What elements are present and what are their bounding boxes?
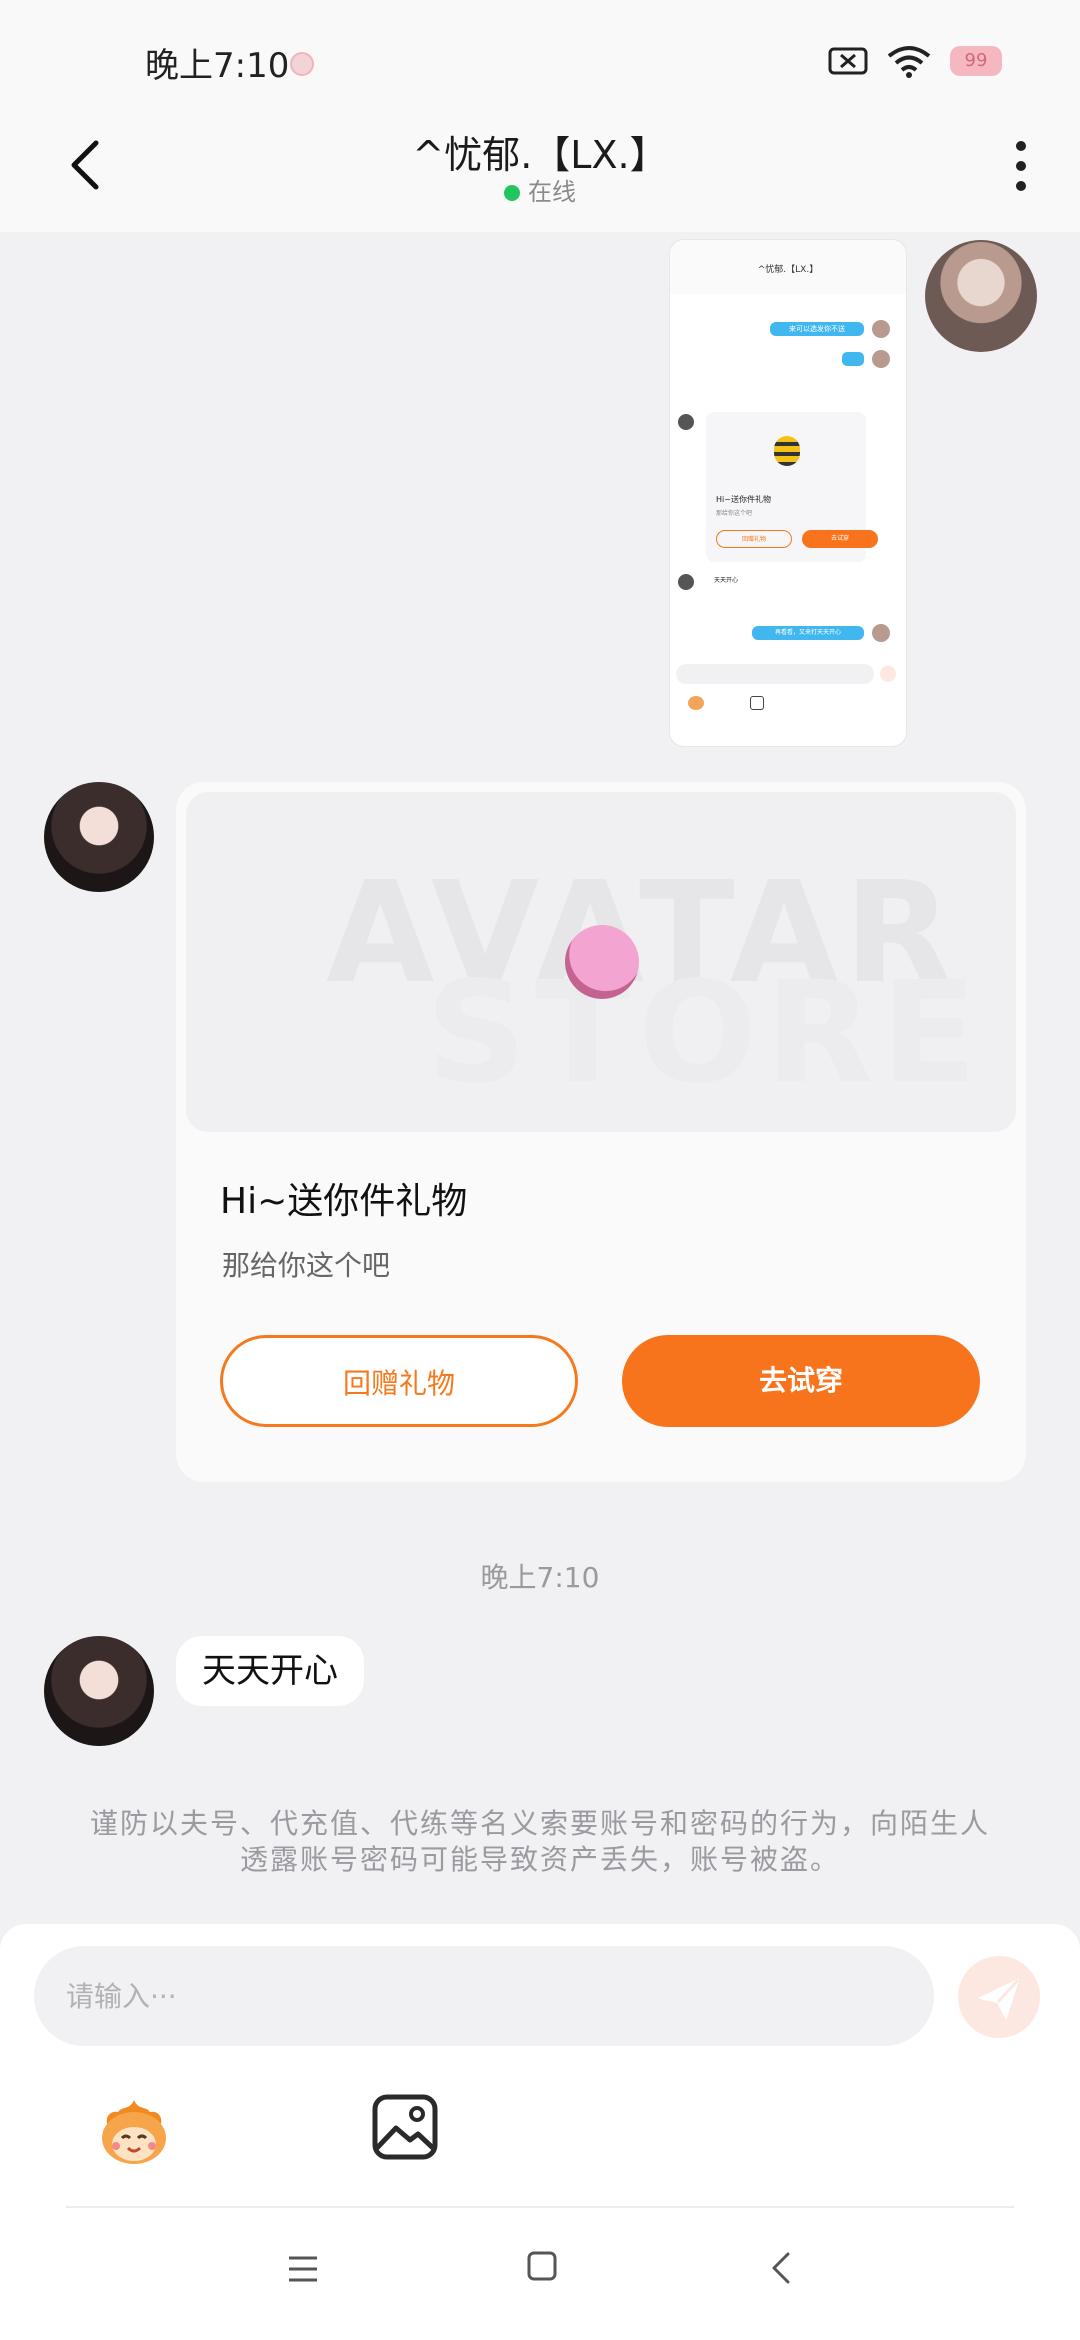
thumb-avatar-other: [678, 414, 694, 430]
watermark-store: STORE: [426, 952, 985, 1115]
thumb-avatar: [872, 320, 890, 338]
nav-back-icon[interactable]: [766, 2250, 796, 2286]
panel-divider: [66, 2206, 1014, 2208]
menu-icon[interactable]: [286, 2252, 320, 2286]
gift-item-icon: [565, 925, 639, 999]
contact-avatar[interactable]: [44, 1636, 154, 1746]
thumb-send: [880, 666, 896, 682]
thumb-gift-sub: 那给你这个吧: [716, 510, 753, 517]
return-gift-button[interactable]: 回赠礼物: [220, 1335, 578, 1427]
online-status-label: 在线: [528, 178, 576, 206]
sim-no-signal-icon: [828, 47, 868, 75]
chat-title: ^忧郁.【LX.】: [412, 133, 668, 177]
wifi-icon: [887, 46, 931, 78]
battery-indicator: 99: [950, 46, 1002, 76]
security-warning: 谨防以夫号、代充值、代练等名义索要账号和密码的行为，向陌生人透露账号密码可能导致…: [90, 1807, 991, 1876]
image-message-screenshot[interactable]: ^忧郁.【LX.】 来可以选发你不送 Hi~送你件礼物 那给你这个吧 回赠礼物 …: [670, 240, 906, 746]
thumb-bubble-2: 再看看，又来打天天开心: [752, 626, 864, 640]
home-icon[interactable]: [526, 2250, 558, 2282]
thumb-avatar-other: [678, 574, 694, 590]
try-on-button[interactable]: 去试穿: [622, 1335, 980, 1427]
my-avatar[interactable]: [925, 240, 1037, 352]
message-input[interactable]: [34, 1946, 934, 2046]
online-status: 在线: [0, 172, 1080, 207]
thumb-avatar: [872, 350, 890, 368]
recording-indicator-icon: [290, 52, 314, 76]
thumb-avatar: [872, 624, 890, 642]
mascot-emoji-icon[interactable]: [94, 2092, 174, 2172]
send-icon: [979, 1978, 1020, 2019]
online-dot-icon: [504, 185, 520, 201]
more-vertical-icon[interactable]: [1006, 138, 1036, 194]
thumb-try-btn: 去试穿: [802, 530, 878, 548]
image-icon[interactable]: [370, 2092, 440, 2162]
contact-avatar[interactable]: [44, 782, 154, 892]
thumb-title: ^忧郁.【LX.】: [757, 265, 819, 275]
message-timestamp: 晚上7:10: [480, 1561, 600, 1594]
status-time: 晚上7:10: [145, 46, 290, 86]
thumb-text-msg: 天天开心: [706, 574, 746, 588]
thumb-emoji: [688, 696, 704, 710]
thumb-bubble-emoji: [842, 352, 864, 366]
thumb-return-btn: 回赠礼物: [716, 530, 792, 548]
gift-subtitle: 那给你这个吧: [222, 1249, 391, 1282]
send-button[interactable]: [958, 1956, 1040, 2038]
thumb-image-icon: [750, 696, 764, 710]
thumb-input: [676, 664, 874, 684]
thumb-gift-title: Hi~送你件礼物: [716, 495, 771, 504]
thumb-gift-bee: [774, 436, 800, 466]
thumb-bubble-1: 来可以选发你不送: [770, 322, 864, 336]
text-message-bubble[interactable]: 天天开心: [176, 1636, 364, 1706]
gift-title: Hi~送你件礼物: [220, 1181, 468, 1222]
